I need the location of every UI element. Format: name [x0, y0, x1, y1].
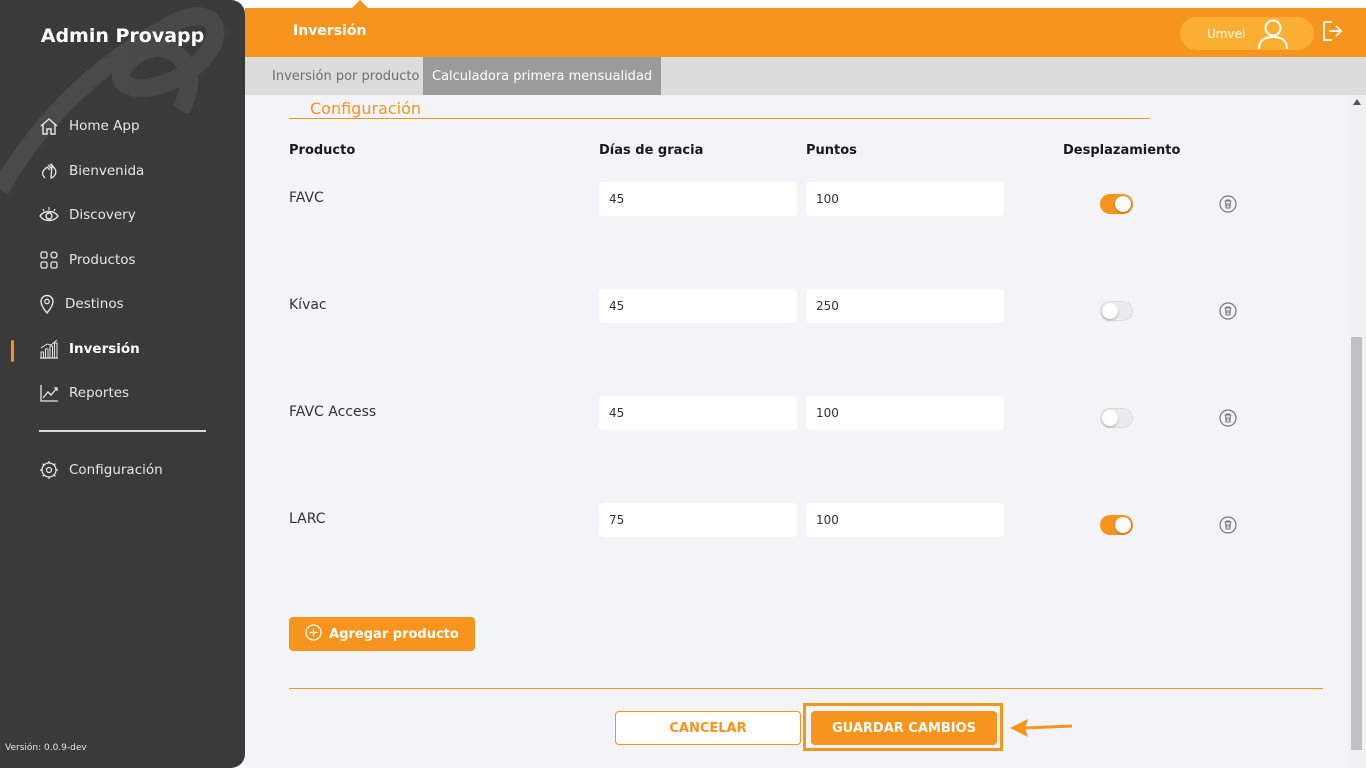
grace-days-input[interactable]: 45	[599, 289, 797, 323]
sidebar-item-productos[interactable]: Productos	[38, 247, 136, 273]
logout-icon[interactable]	[1321, 20, 1343, 46]
tab-calculadora-primera-mensualidad[interactable]: Calculadora primera mensualidad	[423, 57, 662, 95]
cancel-button[interactable]: CANCELAR	[615, 711, 801, 745]
product-name: FAVC Access	[289, 404, 377, 420]
sidebar-item-discovery[interactable]: Discovery	[38, 202, 136, 228]
plus-circle-icon	[305, 623, 322, 645]
trash-icon[interactable]	[1219, 302, 1237, 320]
sidebar-divider	[39, 430, 206, 432]
scroll-up-arrow-icon[interactable]	[1353, 99, 1361, 105]
wave-hand-icon	[38, 160, 60, 182]
column-header-dias-de-gracia: Días de gracia	[599, 143, 704, 158]
column-header-producto: Producto	[289, 143, 356, 158]
sidebar-item-inversion[interactable]: Inversión	[38, 336, 140, 362]
bar-chart-icon	[38, 338, 60, 360]
column-header-puntos: Puntos	[806, 143, 857, 158]
sidebar-item-label: Productos	[69, 252, 136, 268]
sidebar-item-label: Inversión	[69, 341, 140, 357]
grace-days-input[interactable]: 45	[599, 182, 797, 216]
points-input[interactable]: 100	[806, 182, 1004, 216]
user-menu[interactable]: Umvel	[1180, 17, 1314, 50]
sidebar-item-label: Configuración	[69, 462, 163, 478]
save-changes-button[interactable]: GUARDAR CAMBIOS	[811, 711, 997, 745]
sidebar-item-label: Destinos	[65, 296, 124, 312]
grid-icon	[38, 249, 60, 271]
sidebar-item-label: Home App	[69, 118, 140, 134]
grace-days-input[interactable]: 75	[599, 503, 797, 537]
product-name: LARC	[289, 511, 326, 527]
header-notch	[352, 0, 368, 8]
displacement-toggle[interactable]	[1100, 408, 1133, 428]
sidebar-item-configuracion[interactable]: Configuración	[38, 457, 163, 483]
main-content	[245, 95, 1351, 768]
grace-days-input[interactable]: 45	[599, 396, 797, 430]
user-name: Umvel	[1207, 27, 1246, 41]
points-input[interactable]: 100	[806, 503, 1004, 537]
add-product-label: Agregar producto	[329, 626, 459, 642]
home-icon	[38, 115, 60, 137]
eye-icon	[38, 204, 60, 226]
add-product-button[interactable]: Agregar producto	[289, 617, 475, 651]
displacement-toggle[interactable]	[1100, 515, 1133, 535]
product-name: Kívac	[289, 297, 327, 313]
active-indicator	[11, 340, 14, 362]
trash-icon[interactable]	[1219, 516, 1237, 534]
sidebar-item-label: Discovery	[69, 207, 136, 223]
section-title-configuracion: Configuración	[310, 99, 422, 118]
points-input[interactable]: 100	[806, 396, 1004, 430]
sidebar-item-reportes[interactable]: Reportes	[38, 380, 129, 406]
sidebar: Admin Provapp Home App Bienvenida Discov…	[0, 0, 245, 768]
column-header-desplazamiento: Desplazamiento	[1063, 143, 1181, 158]
sidebar-item-destinos[interactable]: Destinos	[38, 291, 124, 317]
footer-divider	[289, 688, 1323, 689]
sidebar-item-label: Reportes	[69, 385, 130, 401]
displacement-toggle[interactable]	[1100, 301, 1133, 321]
page-title: Inversión	[293, 23, 367, 39]
app-title: Admin Provapp	[40, 25, 205, 47]
tab-bar: Inversión por producto Calculadora prime…	[245, 57, 1366, 95]
pointer-arrow-icon	[1008, 715, 1074, 745]
scrollbar-thumb[interactable]	[1351, 337, 1362, 750]
sidebar-item-bienvenida[interactable]: Bienvenida	[38, 158, 144, 184]
sidebar-item-label: Bienvenida	[69, 163, 145, 179]
trash-icon[interactable]	[1219, 195, 1237, 213]
sidebar-item-home-app[interactable]: Home App	[38, 113, 140, 139]
points-input[interactable]: 250	[806, 289, 1004, 323]
trash-icon[interactable]	[1219, 409, 1237, 427]
app-version: Versión: 0.0.9-dev	[5, 743, 87, 753]
displacement-toggle[interactable]	[1100, 194, 1133, 214]
tab-inversion-por-producto[interactable]: Inversión por producto	[263, 57, 428, 95]
user-avatar-icon	[1256, 18, 1290, 54]
location-pin-icon	[38, 293, 56, 315]
trend-line-icon	[38, 382, 60, 404]
gear-icon	[38, 459, 60, 481]
product-name: FAVC	[289, 190, 324, 206]
top-header: Inversión Umvel	[245, 0, 1366, 57]
section-divider	[289, 118, 1150, 119]
